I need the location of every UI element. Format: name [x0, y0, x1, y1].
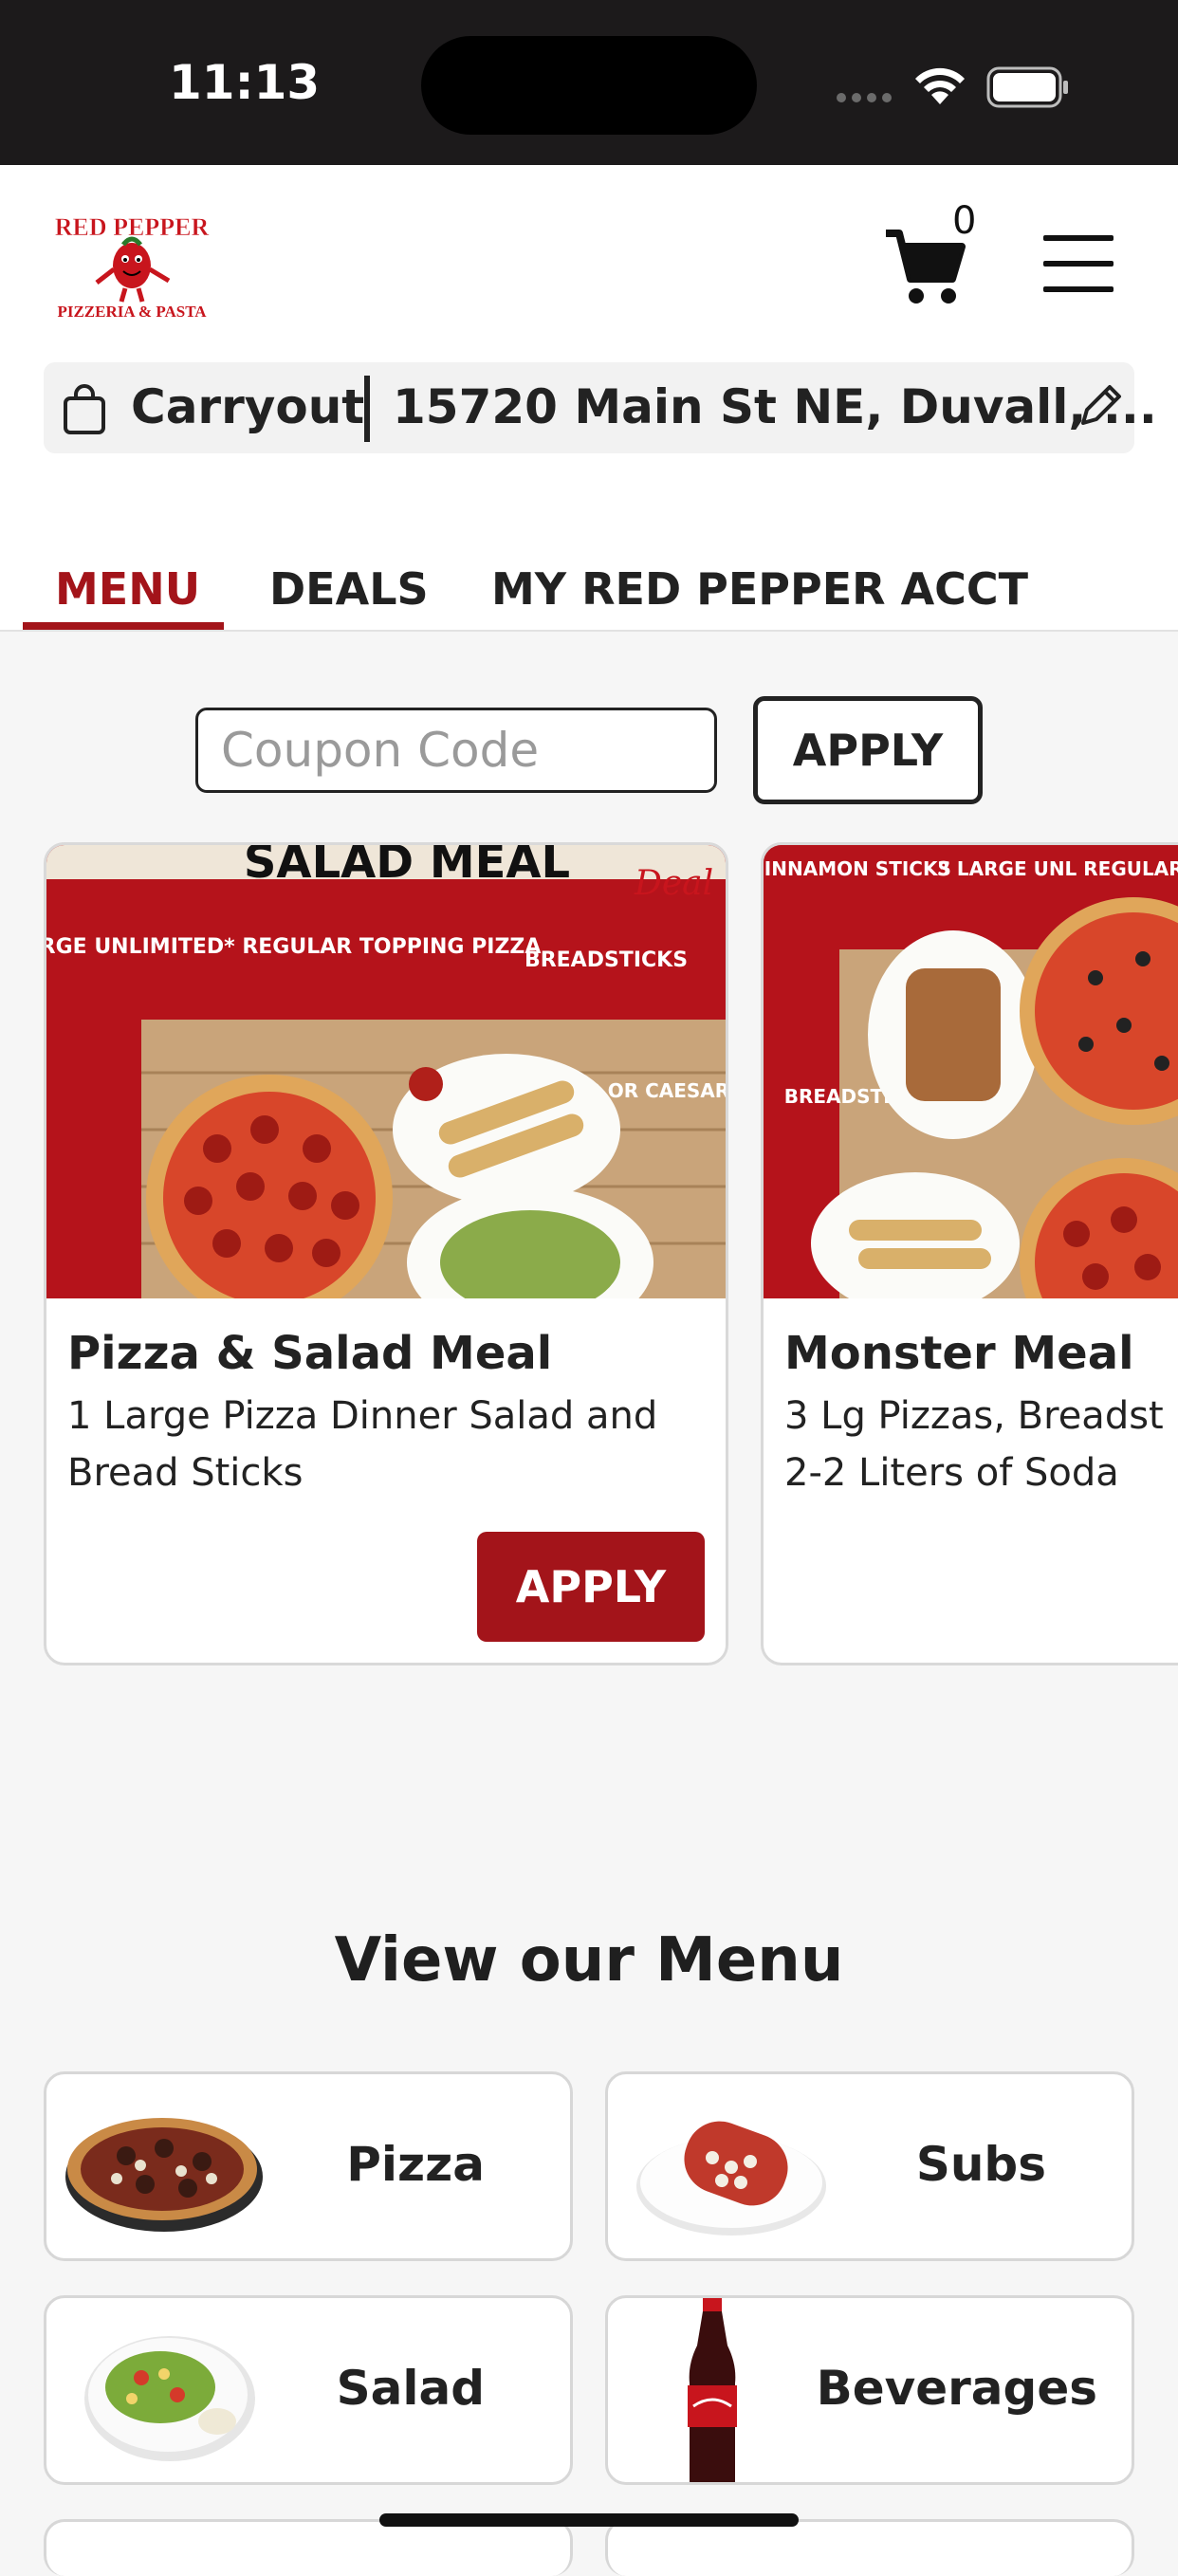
tab-deals[interactable]: DEALS	[269, 563, 429, 615]
deal-card[interactable]: CINNAMON STICKS 3 LARGE UNL REGULAR TOPP…	[761, 842, 1178, 1665]
deal-card[interactable]: SALAD MEAL Deal 1 LARGE UNLIMITED* REGUL…	[44, 842, 728, 1665]
status-bar: 11:13	[0, 0, 1178, 165]
cart-count-badge: 0	[952, 199, 977, 243]
store-address: 15720 Main St NE, Duvall, ...	[393, 379, 1157, 434]
deal-image: CINNAMON STICKS 3 LARGE UNL REGULAR TOPP…	[764, 845, 1178, 1298]
deal-image-script: Deal	[634, 864, 713, 903]
wifi-icon	[915, 67, 965, 104]
app-header: RED PEPPER PIZZERIA & PASTA 0 Carryout 1…	[0, 165, 1178, 632]
deal-description: 1 Large Pizza Dinner Salad and Bread Sti…	[67, 1394, 658, 1495]
dynamic-island	[421, 36, 757, 135]
coupon-apply-button[interactable]: APPLY	[753, 696, 983, 804]
home-indicator[interactable]	[379, 2513, 799, 2527]
deal-image-callout-pizzas: 3 LARGE UNL REGULAR TOPPI	[937, 857, 1178, 880]
status-time: 11:13	[169, 55, 321, 110]
svg-text:PIZZERIA & PASTA: PIZZERIA & PASTA	[57, 303, 207, 321]
main-tabs: MENU DEALS MY RED PEPPER ACCT	[0, 535, 1178, 632]
deal-image-callout-cinnamon: CINNAMON STICKS	[764, 857, 951, 880]
menu-category-subs[interactable]: Subs	[605, 2071, 1134, 2261]
sub-sandwich-image	[636, 2121, 826, 2236]
deal-description: 3 Lg Pizzas, Breadst 2-2 Liters of Soda	[784, 1394, 1164, 1495]
pencil-edit-icon[interactable]	[1076, 377, 1123, 431]
location-separator	[364, 376, 370, 442]
battery-icon	[986, 66, 1068, 108]
menu-category-salad[interactable]: Salad	[44, 2295, 573, 2485]
hamburger-menu-icon[interactable]	[1043, 235, 1114, 296]
menu-category-tile-partial[interactable]	[44, 2519, 573, 2576]
deal-image-callout-breadsticks: BREADSTICKS	[525, 948, 688, 972]
red-pepper-logo[interactable]: RED PEPPER PIZZERIA & PASTA	[42, 207, 222, 321]
deal-title: Monster Meal	[784, 1327, 1134, 1380]
menu-category-tile-partial[interactable]	[605, 2519, 1134, 2576]
menu-category-pizza[interactable]: Pizza	[44, 2071, 573, 2261]
cellular-signal-icon	[837, 93, 895, 102]
menu-section-heading: View our Menu	[334, 1925, 844, 1996]
shopping-bag-icon	[64, 384, 105, 434]
deal-image-callout-pizza: 1 LARGE UNLIMITED* REGULAR TOPPING PIZZA	[46, 935, 541, 959]
tab-menu[interactable]: MENU	[55, 563, 200, 615]
tab-my-account[interactable]: MY RED PEPPER ACCT	[491, 563, 1028, 615]
coupon-code-input[interactable]	[195, 708, 717, 793]
location-bar[interactable]: Carryout 15720 Main St NE, Duvall, ...	[44, 362, 1157, 453]
order-type-label: Carryout	[131, 379, 365, 434]
soda-bottle-image	[688, 2298, 737, 2482]
active-tab-indicator	[23, 622, 224, 630]
deal-image-banner: SALAD MEAL	[244, 845, 570, 889]
salad-image	[84, 2336, 255, 2461]
menu-category-label: Pizza	[346, 2137, 485, 2192]
pizza-image	[65, 2118, 263, 2232]
deal-apply-button[interactable]: APPLY	[477, 1532, 705, 1642]
menu-category-label: Beverages	[816, 2361, 1097, 2416]
menu-category-label: Salad	[336, 2361, 485, 2416]
menu-category-label: Subs	[915, 2137, 1046, 2192]
deal-title: Pizza & Salad Meal	[67, 1327, 553, 1380]
deal-image: SALAD MEAL Deal 1 LARGE UNLIMITED* REGUL…	[46, 845, 726, 1298]
menu-category-beverages[interactable]: Beverages	[605, 2295, 1134, 2485]
